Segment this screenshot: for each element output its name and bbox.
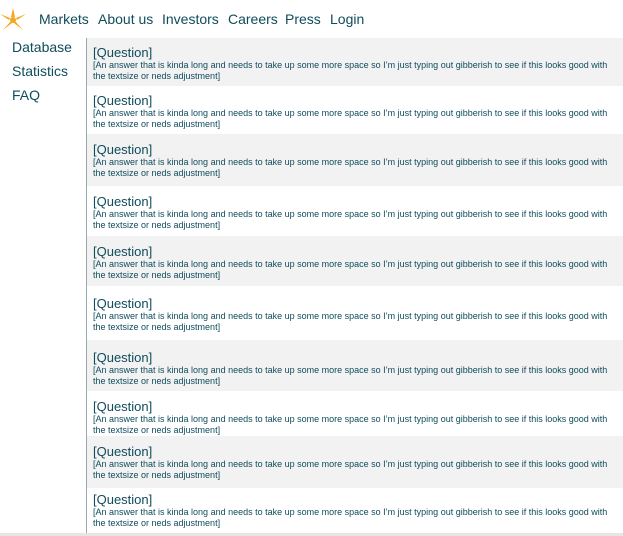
faq-question: [Question] <box>93 93 153 108</box>
sidebar-item-faq[interactable]: FAQ <box>12 87 40 103</box>
nav-login-link[interactable]: Login <box>330 11 364 27</box>
faq-question: [Question] <box>93 492 153 507</box>
faq-question: [Question] <box>93 296 153 311</box>
faq-question: [Question] <box>93 444 153 459</box>
faq-item[interactable]: [Question] [An answer that is kinda long… <box>87 340 623 391</box>
faq-question: [Question] <box>93 399 153 414</box>
faq-item[interactable]: [Question] [An answer that is kinda long… <box>87 134 623 186</box>
sun-logo-icon[interactable] <box>0 8 26 32</box>
faq-item[interactable]: [Question] [An answer that is kinda long… <box>87 236 623 286</box>
faq-answer: [An answer that is kinda long and needs … <box>93 60 608 81</box>
faq-answer: [An answer that is kinda long and needs … <box>93 507 608 528</box>
faq-question: [Question] <box>93 194 153 209</box>
faq-question: [Question] <box>93 244 153 259</box>
nav-press-link[interactable]: Press <box>285 11 321 27</box>
faq-answer: [An answer that is kinda long and needs … <box>93 365 608 386</box>
faq-item[interactable]: [Question] [An answer that is kinda long… <box>87 436 623 488</box>
faq-answer: [An answer that is kinda long and needs … <box>93 311 608 332</box>
faq-answer: [An answer that is kinda long and needs … <box>93 209 608 230</box>
nav-careers-link[interactable]: Careers <box>228 11 278 27</box>
sidebar-item-database[interactable]: Database <box>12 39 72 55</box>
faq-item[interactable]: [Question] [An answer that is kinda long… <box>87 38 623 86</box>
sidebar: Database Statistics FAQ <box>0 38 86 536</box>
faq-question: [Question] <box>93 45 153 60</box>
faq-item[interactable]: [Question] [An answer that is kinda long… <box>87 391 623 436</box>
faq-item[interactable]: [Question] [An answer that is kinda long… <box>87 286 623 340</box>
nav-about-us-link[interactable]: About us <box>98 11 153 27</box>
nav-markets-link[interactable]: Markets <box>39 11 89 27</box>
faq-question: [Question] <box>93 142 153 157</box>
faq-answer: [An answer that is kinda long and needs … <box>93 459 608 480</box>
faq-item[interactable]: [Question] [An answer that is kinda long… <box>87 86 623 134</box>
top-navigation: Markets About us Investors Careers Press… <box>0 0 623 38</box>
faq-answer: [An answer that is kinda long and needs … <box>93 108 608 129</box>
faq-list: [Question] [An answer that is kinda long… <box>87 38 623 534</box>
faq-item[interactable]: [Question] [An answer that is kinda long… <box>87 488 623 534</box>
faq-answer: [An answer that is kinda long and needs … <box>93 157 608 178</box>
sidebar-item-statistics[interactable]: Statistics <box>12 63 68 79</box>
nav-investors-link[interactable]: Investors <box>162 11 219 27</box>
faq-answer: [An answer that is kinda long and needs … <box>93 259 608 280</box>
faq-question: [Question] <box>93 350 153 365</box>
faq-answer: [An answer that is kinda long and needs … <box>93 414 608 435</box>
faq-item[interactable]: [Question] [An answer that is kinda long… <box>87 186 623 236</box>
